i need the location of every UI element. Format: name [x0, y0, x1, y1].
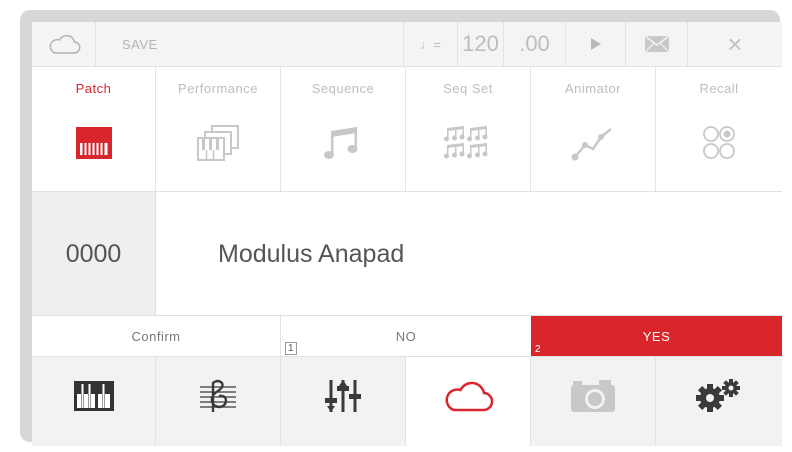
tempo-note: ♩=	[404, 22, 458, 66]
tempo-fraction[interactable]: .00	[504, 22, 566, 66]
nav-settings-button[interactable]	[656, 357, 782, 446]
tempo-value[interactable]: 120	[458, 22, 504, 66]
yes-label: YES	[642, 328, 671, 344]
mail-icon	[644, 35, 669, 53]
save-label: SAVE	[122, 36, 158, 52]
bottom-nav	[32, 356, 782, 446]
tab-performance[interactable]: Performance	[156, 67, 281, 191]
tab-animator-label: Animator	[564, 81, 622, 96]
piano-keys-icon	[75, 127, 112, 159]
staff-icon	[200, 379, 236, 412]
screen: SAVE ♩= 120 .00 × Patch Performance Sequ…	[32, 22, 782, 446]
layered-keys-icon	[197, 125, 239, 161]
confirm-row: Confirm NO 1 YES 2	[32, 315, 782, 356]
note-grid-icon	[444, 126, 488, 159]
cloud-icon	[49, 34, 80, 54]
mail-button[interactable]	[626, 22, 688, 66]
tempo-fraction-label: .00	[519, 31, 550, 56]
no-button[interactable]: NO 1	[281, 316, 531, 356]
cloud-button[interactable]	[32, 22, 96, 66]
tab-sequence-label: Sequence	[311, 81, 375, 96]
note-icon: ♩=	[420, 36, 441, 52]
tab-patch[interactable]: Patch	[32, 67, 156, 191]
curve-icon	[571, 128, 612, 161]
tab-patch-label: Patch	[75, 81, 112, 96]
nav-mixer-button[interactable]	[281, 357, 406, 446]
nav-camera-button[interactable]	[531, 357, 656, 446]
confirm-label: Confirm	[32, 316, 281, 356]
sliders-icon	[325, 380, 361, 412]
tab-animator[interactable]: Animator	[531, 67, 656, 191]
yes-button[interactable]: YES 2	[531, 316, 782, 356]
cloud-icon	[445, 381, 494, 412]
patch-row: 0000 Modulus Anapad	[32, 191, 782, 316]
save-button[interactable]: SAVE	[96, 22, 404, 66]
tab-seq-set[interactable]: Seq Set	[406, 67, 531, 191]
nav-cloud-button[interactable]	[406, 357, 531, 446]
tab-recall-label: Recall	[699, 81, 739, 96]
gears-icon	[696, 379, 740, 412]
play-button[interactable]	[566, 22, 626, 66]
mode-tabs: Patch Performance Sequence Seq Set Anima…	[32, 67, 782, 191]
piano-keys-icon	[73, 381, 114, 411]
nav-staff-button[interactable]	[156, 357, 281, 446]
top-bar: SAVE ♩= 120 .00 ×	[32, 22, 782, 67]
tab-sequence[interactable]: Sequence	[281, 67, 406, 191]
tab-seq-set-label: Seq Set	[443, 81, 493, 96]
patch-number[interactable]: 0000	[32, 192, 156, 316]
play-icon	[590, 38, 601, 50]
recall-circles-icon	[703, 126, 735, 159]
camera-icon	[571, 380, 615, 412]
close-icon: ×	[727, 28, 743, 59]
tab-performance-label: Performance	[178, 81, 258, 96]
close-button[interactable]: ×	[688, 22, 782, 66]
no-label: NO	[395, 328, 417, 344]
tempo-label: 120	[462, 31, 499, 56]
nav-patch-button[interactable]	[32, 357, 156, 446]
music-notes-icon	[324, 127, 358, 159]
no-index-badge: 1	[285, 342, 298, 355]
yes-index-badge: 2	[535, 344, 542, 355]
confirm-text: Confirm	[131, 328, 181, 344]
tab-recall[interactable]: Recall	[656, 67, 782, 191]
patch-name[interactable]: Modulus Anapad	[218, 192, 404, 316]
device-frame: SAVE ♩= 120 .00 × Patch Performance Sequ…	[20, 10, 782, 446]
